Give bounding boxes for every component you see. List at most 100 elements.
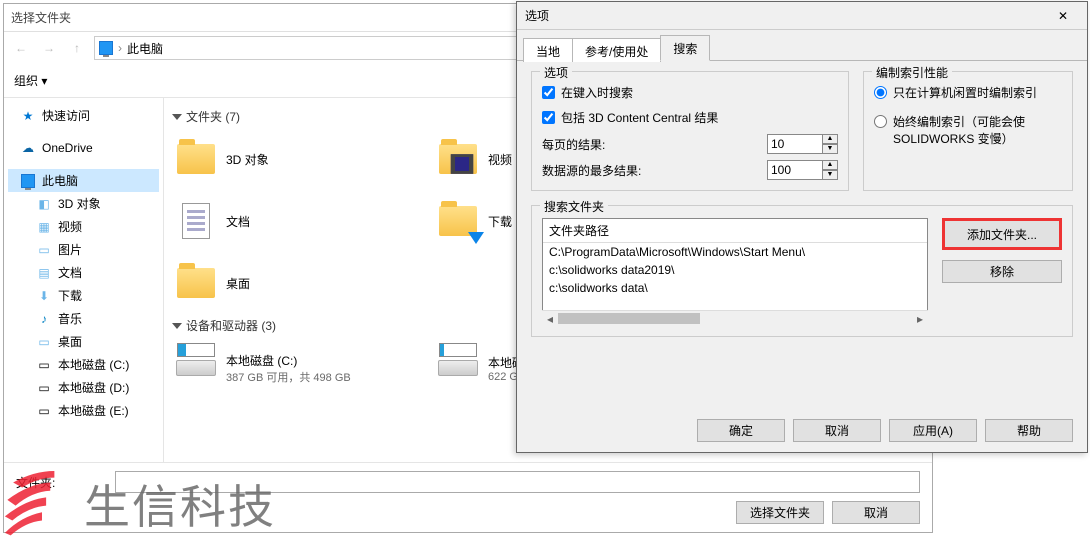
nav-onedrive[interactable]: ☁ OneDrive (8, 137, 159, 159)
drive-icon: ▭ (36, 380, 52, 396)
video-icon (451, 154, 473, 174)
nav-music[interactable]: ♪音乐 (8, 307, 159, 330)
spin-down-icon[interactable]: ▼ (822, 170, 838, 180)
cancel-button[interactable]: 取消 (832, 501, 920, 524)
folder-input[interactable] (115, 471, 920, 493)
folder-label: 文件夹: (16, 474, 55, 491)
group-index-perf: 编制索引性能 只在计算机闲置时编制索引 始终编制索引（可能会使 SOLIDWOR… (863, 71, 1073, 191)
tile-3d[interactable]: 3D 对象 (172, 131, 422, 187)
nav-pictures[interactable]: ▭图片 (8, 238, 159, 261)
cancel-button[interactable]: 取消 (793, 419, 881, 442)
cube-icon: ◧ (36, 196, 52, 212)
nav-drive-e[interactable]: ▭ 本地磁盘 (E:) (8, 399, 159, 422)
nav-label: 3D 对象 (58, 195, 101, 212)
drive-icon (438, 360, 478, 376)
group-label: 文件夹 (7) (186, 108, 240, 125)
tab-local[interactable]: 当地 (523, 38, 573, 62)
group-legend: 编制索引性能 (872, 64, 952, 81)
radio[interactable] (874, 115, 887, 128)
nav-video[interactable]: ▦视频 (8, 215, 159, 238)
nav-label: OneDrive (42, 141, 93, 155)
close-icon[interactable]: ✕ (1043, 4, 1083, 28)
chk-label: 在键入时搜索 (561, 84, 633, 101)
radio[interactable] (874, 86, 887, 99)
radio-label: 只在计算机闲置时编制索引 (893, 84, 1037, 101)
folder-icon (177, 144, 215, 174)
tile-drive-c[interactable]: 本地磁盘 (C:)387 GB 可用，共 498 GB (172, 340, 422, 396)
chevron-down-icon (172, 114, 182, 120)
chk-3dcc[interactable]: 包括 3D Content Central 结果 (542, 109, 838, 126)
tile-label: 3D 对象 (226, 151, 269, 168)
organize-menu[interactable]: 组织 ▾ (14, 72, 47, 89)
radio-label: 始终编制索引（可能会使 SOLIDWORKS 变慢） (893, 113, 1062, 147)
chk-search-on-type[interactable]: 在键入时搜索 (542, 84, 838, 101)
forward-icon[interactable]: → (38, 37, 60, 59)
drive-icon (176, 360, 216, 376)
results-per-page-input[interactable] (767, 134, 823, 154)
spin-up-icon[interactable]: ▲ (822, 134, 838, 144)
apply-button[interactable]: 应用(A) (889, 419, 977, 442)
help-button[interactable]: 帮助 (985, 419, 1073, 442)
path-item[interactable]: C:\ProgramData\Microsoft\Windows\Start M… (543, 243, 927, 261)
spin-up-icon[interactable]: ▲ (822, 160, 838, 170)
tile-label: 桌面 (226, 275, 250, 292)
back-icon[interactable]: ← (10, 37, 32, 59)
drive-icon: ▭ (36, 357, 52, 373)
nav-label: 桌面 (58, 333, 82, 350)
desktop-icon: ▭ (36, 334, 52, 350)
options-dialog: 选项 ✕ 当地 参考/使用处 搜索 选项 在键入时搜索 包括 3D Conten… (516, 1, 1088, 453)
drive-icon: ▭ (36, 403, 52, 419)
nav-pane[interactable]: ★快速访问 ☁ OneDrive 此电脑 ◧ 3D 对象 ▦视频 ▭图片 ▤ 文档 ⬇… (4, 98, 164, 462)
group-label: 设备和驱动器 (3) (186, 317, 276, 334)
up-icon[interactable]: ↑ (66, 37, 88, 59)
options-footer: 确定 取消 应用(A) 帮助 (697, 419, 1073, 442)
checkbox[interactable] (542, 111, 555, 124)
tile-label: 下载 (488, 213, 512, 230)
nav-label: 文档 (58, 264, 82, 281)
download-icon (468, 232, 484, 244)
nav-quick-access[interactable]: ★快速访问 (8, 104, 159, 127)
nav-desktop[interactable]: ▭ 桌面 (8, 330, 159, 353)
tab-search[interactable]: 搜索 (660, 35, 710, 61)
tile-sublabel: 387 GB 可用，共 498 GB (226, 369, 351, 385)
scroll-thumb[interactable] (558, 313, 700, 324)
nav-label: 音乐 (58, 310, 82, 327)
doc-icon (182, 203, 210, 239)
path-item[interactable]: c:\solidworks data\ (543, 279, 927, 297)
video-icon: ▦ (36, 219, 52, 235)
chevron-right-icon: › (118, 41, 122, 55)
tabstrip: 当地 参考/使用处 搜索 (517, 34, 1087, 61)
path-item[interactable]: c:\solidworks data2019\ (543, 261, 927, 279)
pictures-icon: ▭ (36, 242, 52, 258)
nav-downloads[interactable]: ⬇下载 (8, 284, 159, 307)
nav-drive-c[interactable]: ▭本地磁盘 (C:) (8, 353, 159, 376)
checkbox[interactable] (542, 86, 555, 99)
nav-docs[interactable]: ▤ 文档 (8, 261, 159, 284)
add-folder-button[interactable]: 添加文件夹... (942, 218, 1062, 250)
group-legend: 选项 (540, 64, 572, 81)
tab-references[interactable]: 参考/使用处 (572, 38, 661, 62)
remove-button[interactable]: 移除 (942, 260, 1062, 283)
tile-desktop[interactable]: 桌面 (172, 255, 422, 311)
nav-this-pc[interactable]: 此电脑 (8, 169, 159, 192)
spin-down-icon[interactable]: ▼ (822, 144, 838, 154)
group-options: 选项 在键入时搜索 包括 3D Content Central 结果 每页的结果… (531, 71, 849, 191)
select-folder-button[interactable]: 选择文件夹 (736, 501, 824, 524)
pc-icon (99, 41, 113, 55)
chk-label: 包括 3D Content Central 结果 (561, 109, 718, 126)
nav-3d[interactable]: ◧ 3D 对象 (8, 192, 159, 215)
cloud-icon: ☁ (20, 140, 36, 156)
group-search-folders: 搜索文件夹 文件夹路径 C:\ProgramData\Microsoft\Win… (531, 205, 1073, 337)
scroll-right-icon[interactable]: ▸ (912, 311, 928, 326)
nav-label: 本地磁盘 (E:) (58, 402, 129, 419)
scroll-left-icon[interactable]: ◂ (542, 311, 558, 326)
max-results-input[interactable] (767, 160, 823, 180)
doc-icon: ▤ (36, 265, 52, 281)
horizontal-scrollbar[interactable]: ◂▸ (542, 310, 928, 326)
radio-index-idle[interactable]: 只在计算机闲置时编制索引 (874, 84, 1062, 101)
ok-button[interactable]: 确定 (697, 419, 785, 442)
radio-index-always[interactable]: 始终编制索引（可能会使 SOLIDWORKS 变慢） (874, 113, 1062, 147)
tile-docs[interactable]: 文档 (172, 193, 422, 249)
nav-drive-d[interactable]: ▭本地磁盘 (D:) (8, 376, 159, 399)
breadcrumb-item[interactable]: 此电脑 (127, 40, 163, 57)
